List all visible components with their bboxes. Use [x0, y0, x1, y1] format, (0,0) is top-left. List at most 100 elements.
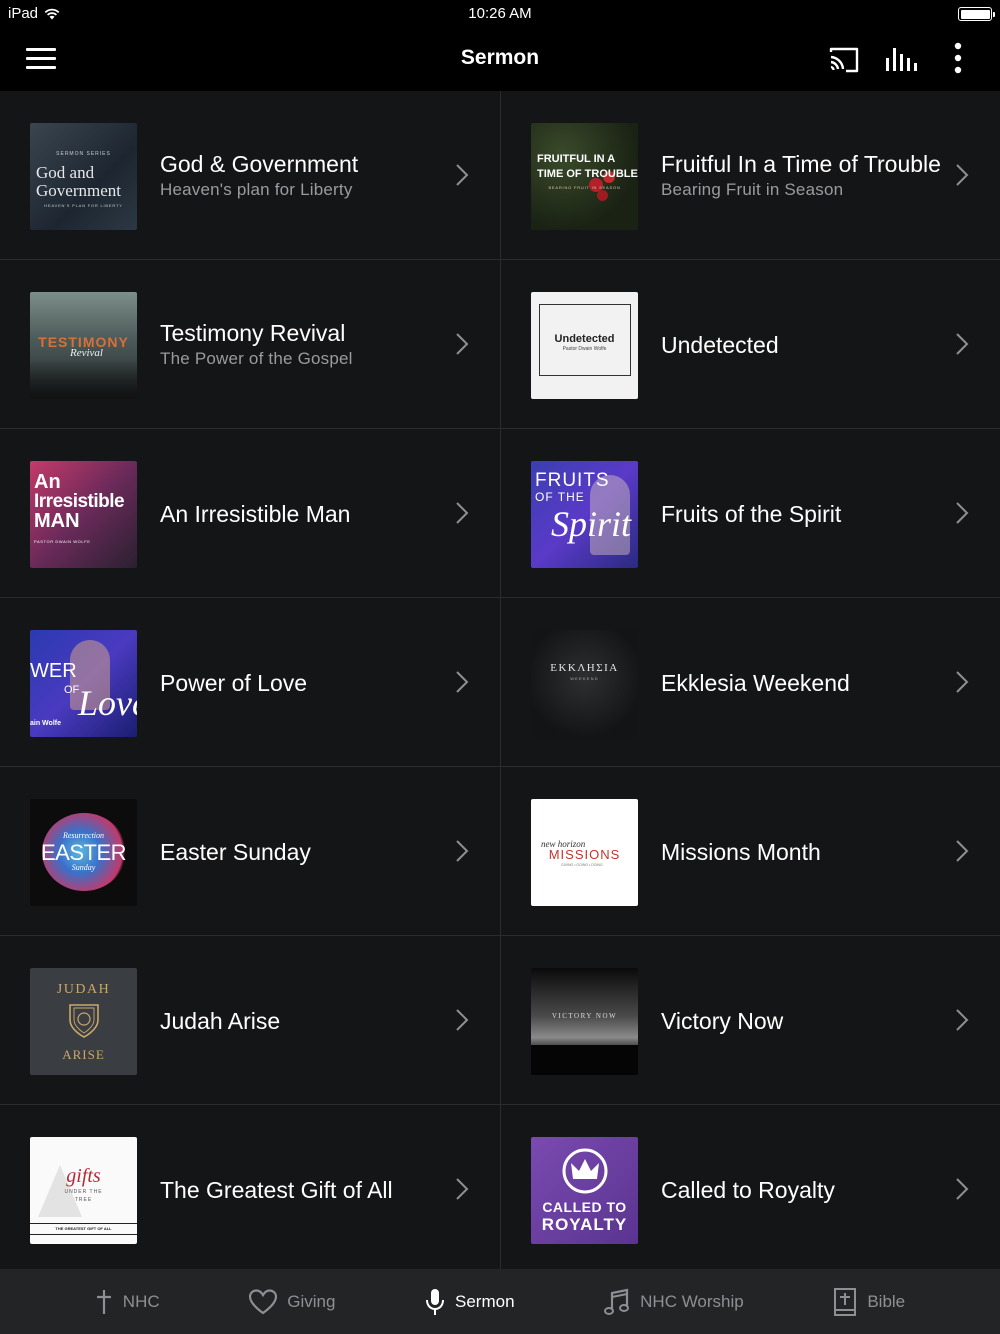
sermon-item-irresistible-man[interactable]: An Irresistible MAN PASTOR DWAIN WOLFE A… — [0, 429, 500, 598]
status-time: 10:26 AM — [468, 5, 532, 22]
thumb-title-line1: WER — [30, 660, 77, 682]
sermon-text: Easter Sunday — [160, 767, 440, 936]
navigation-bar: Sermon — [0, 28, 1000, 91]
sermon-item-easter-sunday[interactable]: Resurrection EASTER Sunday Easter Sunday — [0, 767, 500, 936]
heart-icon — [249, 1288, 278, 1314]
sermon-thumbnail: TESTIMONY Revival — [30, 292, 137, 399]
sermon-thumbnail: An Irresistible MAN PASTOR DWAIN WOLFE — [30, 461, 137, 568]
sermon-item-victory-now[interactable]: VICTORY NOW Victory Now — [500, 936, 1000, 1105]
thumb-title-line4: PASTOR DWAIN WOLFE — [34, 539, 91, 544]
sermon-title: Testimony Revival — [160, 319, 346, 346]
thumb-title-line3: Sunday — [71, 863, 96, 872]
chevron-right-icon — [456, 164, 469, 186]
sermon-thumbnail: VICTORY NOW — [531, 968, 638, 1075]
thumb-title-line1: FRUITS — [535, 470, 610, 491]
sermon-item-undetected[interactable]: Undetected Pastor Dwain Wolfe Undetected — [500, 260, 1000, 429]
sermon-item-power-of-love[interactable]: WER OF Love ain Wolfe Power of Love — [0, 598, 500, 767]
sermon-text: An Irresistible Man — [160, 429, 440, 598]
thumb-title-line3: Spirit — [551, 504, 632, 544]
sermon-item-called-to-royalty[interactable]: CALLED TO ROYALTY Called to Royalty — [500, 1105, 1000, 1274]
thumb-title-line2: ROYALTY — [541, 1215, 628, 1234]
sermon-title: Undetected — [661, 331, 779, 358]
sermon-title: Judah Arise — [160, 1007, 281, 1034]
thumb-title-line2: Pastor Dwain Wolfe — [562, 346, 607, 352]
sermon-subtitle: The Power of the Gospel — [160, 348, 353, 368]
sermon-title: Fruitful In a Time of Trouble — [661, 150, 941, 177]
tab-giving[interactable]: Giving — [249, 1288, 336, 1315]
thumb-title-line3: GIVING • GOING • DOING — [561, 863, 603, 867]
thumb-title-line2: UNDER THE — [64, 1189, 103, 1195]
sermon-thumbnail: Undetected Pastor Dwain Wolfe — [531, 292, 638, 399]
sermon-thumbnail: JUDAH ARISE — [30, 968, 137, 1075]
sermon-title: An Irresistible Man — [160, 500, 351, 527]
crown-icon — [562, 1148, 608, 1194]
sermon-item-judah-arise[interactable]: JUDAH ARISE Judah Arise — [0, 936, 500, 1105]
sermon-item-greatest-gift[interactable]: gifts UNDER THE TREE THE GREATEST GIFT O… — [0, 1105, 500, 1274]
sermon-thumbnail: WER OF Love ain Wolfe — [30, 630, 137, 737]
chevron-right-icon — [956, 333, 969, 355]
sermon-title: Easter Sunday — [160, 838, 311, 865]
sermon-text: Ekklesia Weekend — [661, 598, 941, 767]
thumb-title-line2: Government — [36, 181, 121, 200]
sermon-item-missions-month[interactable]: new horizon MISSIONS GIVING • GOING • DO… — [500, 767, 1000, 936]
sermon-thumbnail: gifts UNDER THE TREE THE GREATEST GIFT O… — [30, 1137, 137, 1244]
tab-nhc[interactable]: NHC — [95, 1289, 160, 1315]
equalizer-icon[interactable] — [884, 44, 918, 74]
chevron-right-icon — [956, 1009, 969, 1031]
bible-icon — [834, 1287, 857, 1316]
thumb-tagline: BEARING FRUIT IN SEASON — [548, 185, 621, 190]
thumb-title-line1: FRUITFUL IN A — [537, 153, 616, 165]
thumb-title-line4: ain Wolfe — [30, 720, 61, 727]
tab-bar: NHC Giving Sermon NHC Worship Bible — [0, 1269, 1000, 1334]
battery-icon — [958, 7, 995, 21]
sermon-title: Called to Royalty — [661, 1176, 835, 1203]
thumb-series-label: SERMON SERIES — [56, 151, 111, 157]
thumb-title-line2: ARISE — [62, 1047, 105, 1062]
sermon-thumbnail: FRUITS OF THE Spirit — [531, 461, 638, 568]
sermon-item-god-government[interactable]: SERMON SERIES God and Government HEAVEN'… — [0, 91, 500, 260]
chevron-right-icon — [956, 840, 969, 862]
sermon-item-fruitful[interactable]: FRUITFUL IN A TIME OF TROUBLE BEARING FR… — [500, 91, 1000, 260]
sermon-title: Victory Now — [661, 1007, 784, 1034]
sermon-grid: SERMON SERIES God and Government HEAVEN'… — [0, 91, 1000, 1274]
tab-label: NHC — [122, 1291, 160, 1311]
thumb-title-line2: MISSIONS — [548, 847, 621, 862]
thumb-title-line4: THE GREATEST GIFT OF ALL — [55, 1226, 112, 1231]
sermon-text: Undetected — [661, 260, 941, 429]
chevron-right-icon — [956, 1178, 969, 1200]
tab-label: Sermon — [455, 1291, 515, 1311]
sermon-subtitle: Bearing Fruit in Season — [661, 179, 844, 199]
more-vertical-icon[interactable] — [944, 42, 972, 74]
sermon-text: Called to Royalty — [661, 1105, 941, 1274]
sermon-item-testimony-revival[interactable]: TESTIMONY Revival Testimony Revival The … — [0, 260, 500, 429]
sermon-subtitle: Heaven's plan for Liberty — [160, 179, 353, 199]
sermon-text: The Greatest Gift of All — [160, 1105, 440, 1274]
sermon-item-ekklesia-weekend[interactable]: ΕΚΚΛΗΣΙΑ WEEKEND Ekklesia Weekend — [500, 598, 1000, 767]
cast-icon[interactable] — [828, 46, 860, 74]
sermon-text: Power of Love — [160, 598, 440, 767]
thumb-title-line2: WEEKEND — [570, 676, 599, 681]
thumb-title-line2: Revival — [70, 347, 103, 359]
thumb-title-line1: JUDAH — [56, 982, 111, 997]
tab-nhc-worship[interactable]: NHC Worship — [604, 1288, 744, 1316]
thumb-title-line1: gifts — [66, 1165, 101, 1187]
status-bar: iPad 10:26 AM — [0, 0, 1000, 28]
sermon-text: Fruits of the Spirit — [661, 429, 941, 598]
thumb-title-line2: TIME OF TROUBLE — [537, 168, 638, 180]
thumb-title-line2: OF THE — [535, 490, 585, 504]
tab-bible[interactable]: Bible — [833, 1287, 905, 1316]
sermon-item-fruits-spirit[interactable]: FRUITS OF THE Spirit Fruits of the Spiri… — [500, 429, 1000, 598]
sermon-title: Ekklesia Weekend — [661, 669, 850, 696]
thumb-title-line3: MAN — [34, 510, 80, 532]
tab-label: Giving — [287, 1291, 336, 1311]
tab-sermon[interactable]: Sermon — [425, 1288, 515, 1316]
sermon-text: Fruitful In a Time of Trouble Bearing Fr… — [661, 91, 941, 260]
microphone-icon — [426, 1288, 445, 1315]
cross-icon — [96, 1289, 111, 1314]
chevron-right-icon — [456, 1178, 469, 1200]
thumb-tagline: HEAVEN'S PLAN FOR LIBERTY — [44, 203, 123, 208]
thumb-title-line1: Undetected — [554, 333, 615, 345]
sermon-text: Testimony Revival The Power of the Gospe… — [160, 260, 440, 429]
sermon-thumbnail: Resurrection EASTER Sunday — [30, 799, 137, 906]
sermon-thumbnail: FRUITFUL IN A TIME OF TROUBLE BEARING FR… — [531, 123, 638, 230]
